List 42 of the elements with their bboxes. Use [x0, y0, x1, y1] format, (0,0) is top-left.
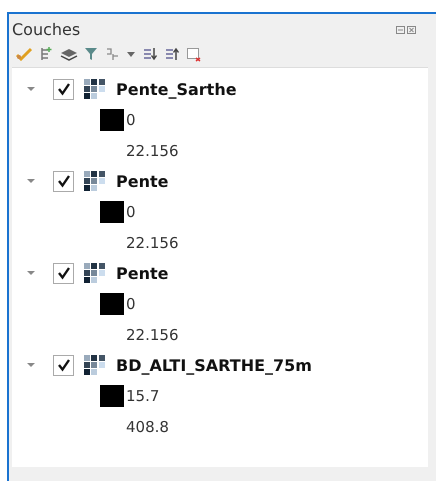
collapse-arrow-icon[interactable]	[26, 85, 36, 93]
remove-layer-icon[interactable]	[186, 46, 202, 62]
legend-value: 0	[126, 294, 136, 312]
raster-icon	[84, 355, 106, 375]
layer-name[interactable]: Pente_Sarthe	[116, 80, 237, 98]
legend-value: 408.8	[126, 418, 169, 436]
layer-checkbox[interactable]	[53, 170, 74, 192]
float-icon[interactable]	[396, 26, 405, 34]
check-icon	[56, 357, 72, 373]
legend-swatch	[100, 200, 124, 222]
layer-name[interactable]: Pente	[116, 172, 168, 190]
close-icon[interactable]	[407, 26, 416, 34]
legend-value: 15.7	[126, 386, 160, 404]
legend-swatch	[100, 384, 124, 406]
layers-icon[interactable]	[60, 47, 78, 61]
expression-icon[interactable]	[104, 46, 120, 62]
raster-icon	[84, 171, 106, 191]
check-icon	[56, 81, 72, 97]
collapse-arrow-icon[interactable]	[26, 361, 36, 369]
collapse-arrow-icon[interactable]	[26, 269, 36, 277]
filter-icon[interactable]	[84, 46, 98, 62]
legend-value: 22.156	[126, 234, 178, 252]
legend-value: 22.156	[126, 142, 178, 160]
layer-checkbox[interactable]	[53, 262, 74, 284]
legend-swatch	[100, 108, 124, 130]
collapse-all-icon[interactable]	[164, 46, 180, 62]
layer-name[interactable]: BD_ALTI_SARTHE_75m	[116, 356, 312, 374]
legend-swatch	[100, 292, 124, 314]
layer-checkbox[interactable]	[53, 78, 74, 100]
layer-name[interactable]: Pente	[116, 264, 168, 282]
raster-icon	[84, 79, 106, 99]
check-icon	[56, 173, 72, 189]
legend-value: 0	[126, 110, 136, 128]
expand-all-icon[interactable]	[142, 46, 158, 62]
collapse-arrow-icon[interactable]	[26, 177, 36, 185]
raster-icon	[84, 263, 106, 283]
caret-icon[interactable]	[126, 50, 136, 58]
legend-value: 0	[126, 202, 136, 220]
layer-checkbox[interactable]	[53, 354, 74, 376]
legend-value: 22.156	[126, 326, 178, 344]
check-icon	[56, 265, 72, 281]
panel-title: Couches	[12, 20, 80, 39]
